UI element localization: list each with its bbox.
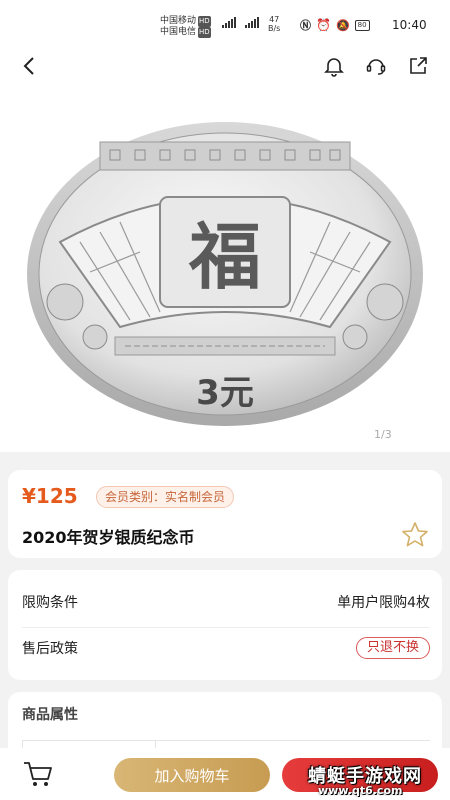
nfc-icon: Ⓝ <box>300 19 311 32</box>
coin-image: 福 3元 <box>27 122 423 426</box>
aftersale-badge: 只退不换 <box>355 637 430 659</box>
share-button[interactable] <box>404 52 432 80</box>
customer-service-button[interactable] <box>362 52 390 80</box>
customer-service-icon <box>366 59 386 75</box>
product-image-carousel[interactable]: 福 3元 1/3 <box>0 92 450 452</box>
hd-badge: HD <box>198 27 211 38</box>
chevron-left-icon <box>23 57 34 75</box>
purchase-limit-row: 限购条件 单用户限购4枚 <box>22 576 430 628</box>
carrier-info: 中国移动 HD 中国电信 HD <box>160 16 211 38</box>
cart-icon <box>24 762 52 786</box>
coin-denomination: 3元 <box>196 373 254 413</box>
aftersale-row: 售后政策 只退不换 <box>22 622 430 674</box>
svg-text:福: 福 <box>188 214 261 299</box>
price-card: ¥125 会员类别：实名制会员 2020年贺岁银质纪念币 <box>8 470 442 558</box>
purchase-limit-label: 限购条件 <box>22 594 78 611</box>
back-button[interactable] <box>16 52 44 80</box>
purchase-limit-value: 单用户限购4枚 <box>337 594 430 611</box>
clock: 10:40 <box>392 18 427 32</box>
policy-card: 限购条件 单用户限购4枚 售后政策 只退不换 <box>8 570 442 680</box>
battery-icon: 80 <box>354 19 370 31</box>
image-pager: 1/3 <box>374 428 392 441</box>
product-title: 2020年贺岁银质纪念币 <box>22 528 195 547</box>
add-to-cart-button[interactable]: 加入购物车 <box>114 758 270 792</box>
attributes-title: 商品属性 <box>22 707 78 723</box>
share-icon <box>410 57 427 74</box>
signal-icon <box>245 17 259 28</box>
watermark-url: www.qt6.com <box>318 784 403 797</box>
signal-icon <box>222 17 236 28</box>
product-price: ¥125 <box>22 484 78 508</box>
member-tag: 会员类别：实名制会员 <box>96 486 235 508</box>
network-speed: 47 B/s <box>268 15 281 33</box>
carrier-1: 中国移动 <box>160 16 197 26</box>
hd-badge: HD <box>198 16 211 27</box>
top-nav <box>0 40 450 92</box>
aftersale-label: 售后政策 <box>22 641 78 657</box>
carrier-2: 中国电信 <box>160 27 197 37</box>
bell-icon <box>324 58 344 77</box>
favorite-button[interactable] <box>400 520 430 550</box>
notification-button[interactable] <box>320 52 348 80</box>
status-bar: 中国移动 HD 中国电信 HD 47 B/s Ⓝ ⏰ 🔕 80 10:40 <box>0 0 450 40</box>
alarm-icon: ⏰ <box>316 18 331 32</box>
cart-button[interactable] <box>22 760 54 788</box>
star-icon <box>402 522 428 547</box>
mute-icon: 🔕 <box>335 18 350 32</box>
